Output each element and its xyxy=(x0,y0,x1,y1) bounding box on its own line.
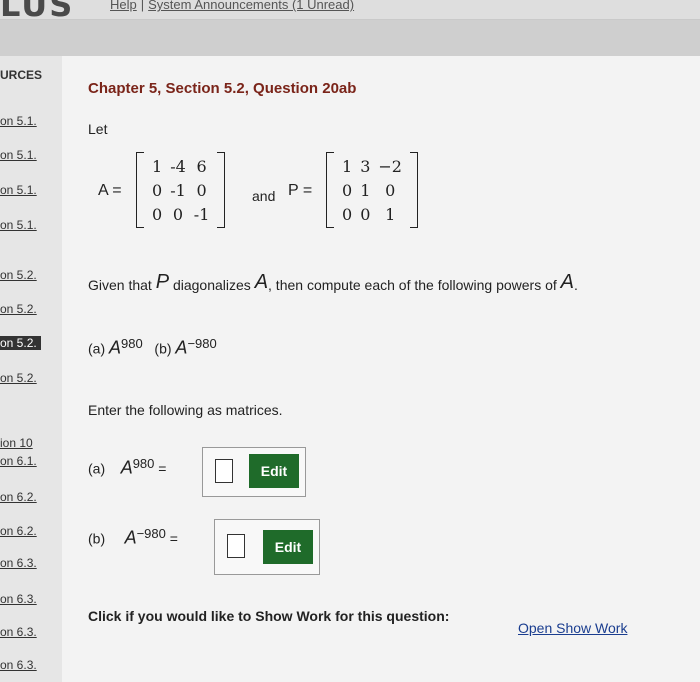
answer-b-box: Edit xyxy=(214,519,320,575)
given-end: . xyxy=(574,277,578,293)
matrix-a-grid: 1 -4 6 0 -1 0 0 0 -1 xyxy=(148,154,213,226)
exponent-pos: 980 xyxy=(121,336,143,351)
sidebar-link[interactable]: on 6.3. xyxy=(0,658,37,672)
edit-a-button[interactable]: Edit xyxy=(249,454,299,488)
help-link[interactable]: Help xyxy=(110,0,137,12)
top-links: Help | System Announcements (1 Unread) xyxy=(110,0,354,12)
sidebar-link[interactable]: on 5.2. xyxy=(0,302,37,316)
instructions: Enter the following as matrices. xyxy=(88,402,283,418)
part-b-label: (b) xyxy=(154,340,172,357)
part-a-label: (a) xyxy=(88,460,106,477)
matrix-a-cell: -1 xyxy=(170,180,186,200)
sidebar-title: URCES xyxy=(0,68,43,82)
matrix-p-cell: 1 xyxy=(360,180,371,200)
matrix-p: 1 3 −2 0 1 0 0 0 1 xyxy=(326,152,418,228)
edit-b-button[interactable]: Edit xyxy=(263,530,313,564)
given-prefix: Given that xyxy=(88,277,152,293)
left-bracket xyxy=(136,152,144,228)
matrix-p-cell: 0 xyxy=(360,204,371,224)
matrix-p-label: P = xyxy=(288,182,313,199)
right-bracket xyxy=(409,152,418,228)
sidebar-link[interactable]: on 5.1. xyxy=(0,114,37,128)
matrix-p-cell: −2 xyxy=(378,156,402,176)
sidebar-link-active[interactable]: on 5.2. xyxy=(0,336,41,350)
sidebar-link[interactable]: on 6.1. xyxy=(0,454,37,468)
right-bracket xyxy=(217,152,226,228)
sidebar-link[interactable]: on 5.1. xyxy=(0,148,37,162)
answer-b-row: (b) A−980 = xyxy=(88,526,178,549)
matrix-p-cell: 1 xyxy=(342,156,353,176)
matrix-p-cell: 0 xyxy=(342,180,353,200)
sidebar-link[interactable]: on 5.2. xyxy=(0,268,37,282)
equals-sign: = xyxy=(169,530,178,547)
parts-list: (a) A980 (b) A−980 xyxy=(88,336,217,359)
matrix-a-cell: 0 xyxy=(196,180,207,200)
sidebar: URCES on 5.1. on 5.1. on 5.1. on 5.1. on… xyxy=(0,56,62,682)
symbol-a: A xyxy=(560,271,574,293)
given-suffix: , then compute each of the following pow… xyxy=(268,277,557,293)
symbol-a: A xyxy=(124,527,137,548)
symbol-a: A xyxy=(109,337,122,358)
sidebar-link[interactable]: on 5.1. xyxy=(0,183,37,197)
left-bracket xyxy=(326,152,334,228)
sidebar-link[interactable]: ion 10 xyxy=(0,436,33,450)
exponent-pos: 980 xyxy=(132,456,155,471)
answer-a-box: Edit xyxy=(202,447,306,497)
symbol-a: A xyxy=(254,271,269,293)
matrix-a-cell: 0 xyxy=(152,180,163,200)
part-a-label: (a) xyxy=(88,340,106,357)
header-band xyxy=(0,20,700,56)
sidebar-link[interactable]: on 5.1. xyxy=(0,218,37,232)
answer-a-row: (a) A980 = xyxy=(88,456,166,479)
question-title: Chapter 5, Section 5.2, Question 20ab xyxy=(88,80,357,97)
and-text: and xyxy=(252,188,276,204)
matrix-p-cell: 0 xyxy=(342,204,353,224)
answer-a-input[interactable] xyxy=(215,459,233,483)
top-link-separator: | xyxy=(140,0,145,12)
sidebar-link[interactable]: on 6.2. xyxy=(0,524,37,538)
matrix-p-cell: 3 xyxy=(360,156,371,176)
given-mid: diagonalizes xyxy=(172,277,251,293)
matrix-a-cell: -4 xyxy=(170,156,186,176)
sidebar-link[interactable]: on 6.3. xyxy=(0,556,37,570)
let-text: Let xyxy=(88,121,108,137)
announcements-link[interactable]: System Announcements (1 Unread) xyxy=(148,0,354,12)
exponent-neg: −980 xyxy=(187,336,217,351)
matrix-p-cell: 0 xyxy=(385,180,396,200)
equals-sign: = xyxy=(158,460,167,477)
matrix-a-cell: 0 xyxy=(152,204,163,224)
matrix-a-cell: 6 xyxy=(196,156,207,176)
exponent-neg: −980 xyxy=(136,526,166,541)
sidebar-link[interactable]: on 6.2. xyxy=(0,490,37,504)
matrix-a-cell: 1 xyxy=(152,156,163,176)
matrix-a-label: A = xyxy=(98,182,122,199)
matrix-a: 1 -4 6 0 -1 0 0 0 -1 xyxy=(136,152,226,228)
symbol-a: A xyxy=(175,337,188,358)
open-show-work-link[interactable]: Open Show Work xyxy=(518,620,627,636)
sidebar-link[interactable]: on 6.3. xyxy=(0,592,37,606)
matrix-a-cell: 0 xyxy=(172,204,184,224)
matrix-p-grid: 1 3 −2 0 1 0 0 0 1 xyxy=(338,154,406,226)
symbol-a: A xyxy=(120,457,133,478)
matrix-a-cell: -1 xyxy=(193,204,210,224)
given-statement: Given that P diagonalizes A, then comput… xyxy=(88,271,578,294)
answer-b-input[interactable] xyxy=(227,534,245,558)
part-b-label: (b) xyxy=(88,530,106,547)
matrix-p-cell: 1 xyxy=(385,204,396,224)
sidebar-link[interactable]: on 5.2. xyxy=(0,371,37,385)
question-panel: Chapter 5, Section 5.2, Question 20ab Le… xyxy=(62,56,700,682)
top-bar: LUS Help | System Announcements (1 Unread) xyxy=(0,0,700,24)
symbol-p: P xyxy=(155,271,170,293)
show-work-text: Click if you would like to Show Work for… xyxy=(88,608,450,624)
sidebar-link[interactable]: on 6.3. xyxy=(0,625,37,639)
